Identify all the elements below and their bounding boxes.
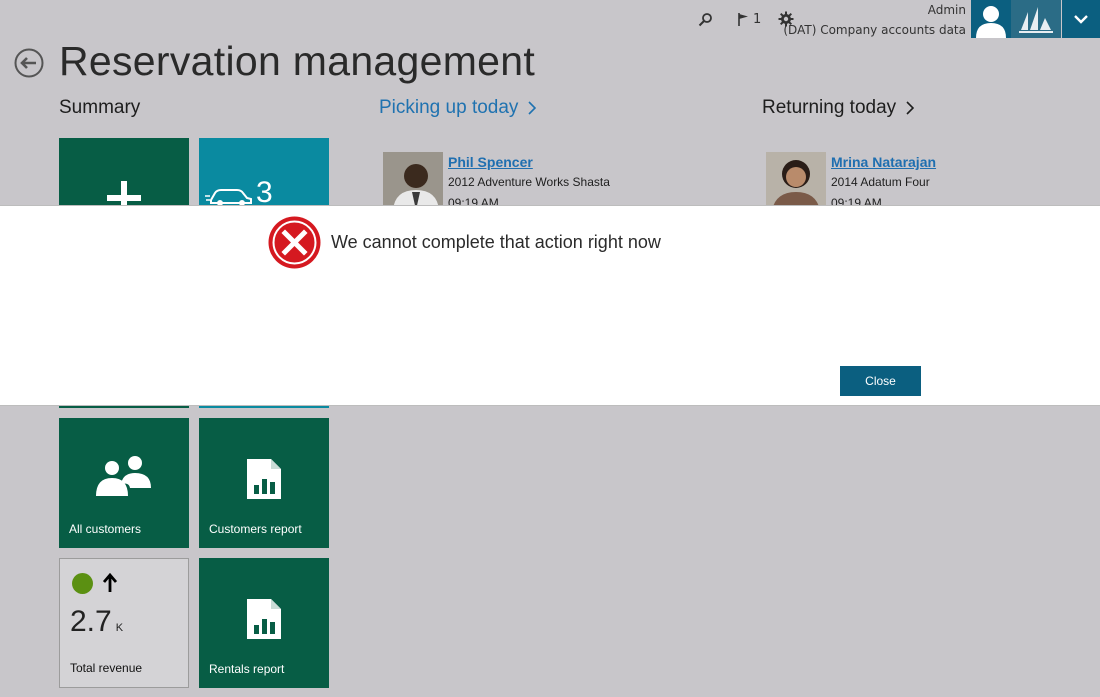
customer-photo <box>383 152 443 210</box>
customer-photo <box>766 152 826 210</box>
search-icon[interactable] <box>698 9 713 29</box>
kpi-value: 2.7 K <box>70 605 123 639</box>
picking-up-heading[interactable]: Picking up today <box>379 97 537 119</box>
customer-name-link[interactable]: Phil Spencer <box>448 154 533 170</box>
app-menu-button[interactable] <box>1062 0 1100 38</box>
status-indicator <box>72 573 93 594</box>
tile-label: Customers report <box>209 522 302 536</box>
user-name: Admin <box>927 3 966 17</box>
back-button[interactable] <box>14 48 44 78</box>
sails-logo-icon <box>1019 7 1053 33</box>
error-icon <box>268 216 321 269</box>
error-dialog: We cannot complete that action right now… <box>0 205 1100 406</box>
chevron-down-icon <box>1074 15 1088 24</box>
returning-heading[interactable]: Returning today <box>762 97 915 119</box>
notification-count: 1 <box>753 11 762 27</box>
report-icon <box>247 599 281 639</box>
person-photo-icon <box>766 152 826 210</box>
people-icon <box>96 456 151 496</box>
summary-heading: Summary <box>59 97 140 119</box>
dynamics-logo <box>1011 0 1061 38</box>
report-icon <box>247 459 281 499</box>
rentals-report-tile[interactable]: Rentals report <box>199 558 329 688</box>
returning-heading-label: Returning today <box>762 97 897 118</box>
arrow-up-icon <box>102 573 118 592</box>
notifications-flag[interactable]: 1 <box>738 9 761 29</box>
close-button[interactable]: Close <box>840 366 921 396</box>
total-revenue-kpi[interactable]: 2.7 K Total revenue <box>59 558 189 688</box>
chevron-right-icon <box>528 101 537 115</box>
tile-label: Rentals report <box>209 662 285 676</box>
all-customers-tile[interactable]: All customers <box>59 418 189 548</box>
summary-heading-label: Summary <box>59 97 141 118</box>
page-title: Reservation management <box>59 38 536 84</box>
chevron-right-icon <box>906 101 915 115</box>
flag-icon <box>738 12 748 26</box>
company-selector[interactable]: (DAT) Company accounts data <box>783 23 966 37</box>
person-photo-icon <box>383 152 443 210</box>
customers-report-tile[interactable]: Customers report <box>199 418 329 548</box>
customer-vehicle: 2012 Adventure Works Shasta <box>448 175 610 189</box>
kpi-number: 2.7 <box>70 605 112 638</box>
avatar[interactable] <box>971 0 1011 38</box>
user-icon <box>976 6 1006 38</box>
kpi-label: Total revenue <box>70 661 143 675</box>
picking-up-heading-label: Picking up today <box>379 97 519 118</box>
tile-label: All customers <box>69 522 142 536</box>
customer-name-link[interactable]: Mrina Natarajan <box>831 154 936 170</box>
error-message: We cannot complete that action right now <box>331 232 661 252</box>
back-arrow-icon <box>14 48 44 78</box>
kpi-unit: K <box>115 622 124 634</box>
customer-vehicle: 2014 Adatum Four <box>831 175 930 189</box>
